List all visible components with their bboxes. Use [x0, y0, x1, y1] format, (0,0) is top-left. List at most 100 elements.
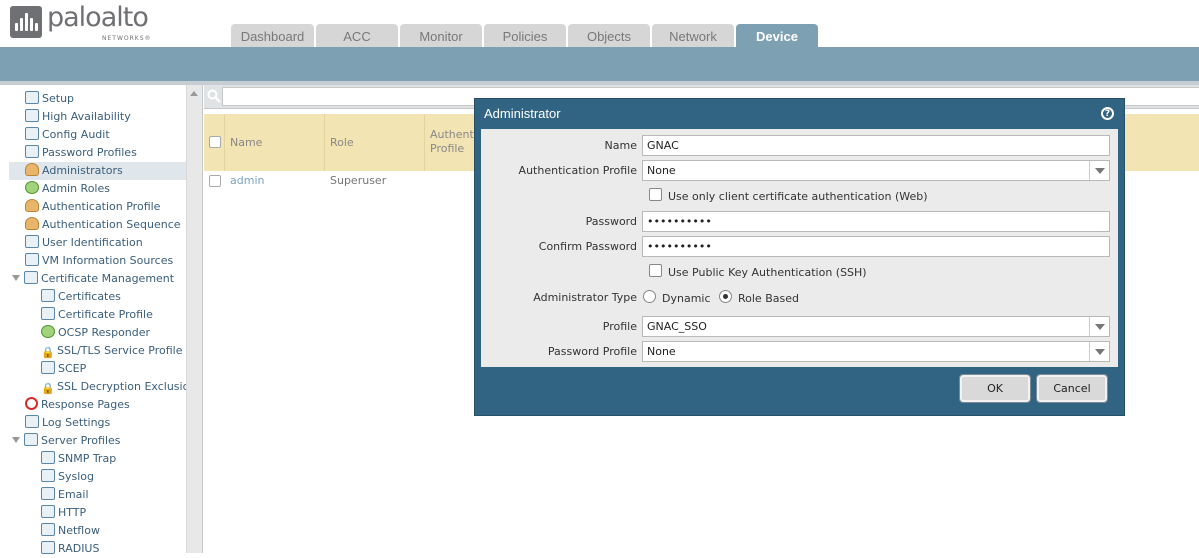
administrator-dialog: Administrator ? Name GNAC Authentication… [474, 98, 1125, 416]
sidebar-item-password-profiles[interactable]: Password Profiles [25, 144, 137, 162]
dialog-title: Administrator [484, 106, 561, 121]
admin-roles-icon [25, 181, 39, 194]
scroll-up-icon[interactable] [190, 91, 198, 96]
public-key-checkbox[interactable] [649, 264, 662, 277]
tab-acc[interactable]: ACC [316, 24, 398, 47]
administrators-icon [25, 163, 39, 176]
ocsp-responder-icon [41, 325, 55, 338]
toolbar-band [0, 47, 1199, 81]
column-header-role[interactable]: Role [325, 114, 425, 171]
confirm-password-label: Confirm Password [538, 240, 637, 253]
paloalto-logo: paloalto NETWORKS® [10, 2, 160, 44]
dialog-form: Name GNAC Authentication Profile None Us… [481, 129, 1118, 367]
netflow-icon [41, 523, 55, 536]
password-profiles-icon [25, 145, 39, 158]
sidebar-item-admin-roles[interactable]: Admin Roles [25, 180, 110, 198]
log-settings-icon [25, 415, 39, 428]
http-icon [41, 505, 55, 518]
sidebar-item-syslog[interactable]: Syslog [41, 468, 94, 486]
high-availability-icon [25, 109, 39, 122]
admin-type-label: Administrator Type [533, 291, 637, 304]
admin-type-role-based-radio[interactable] [719, 290, 732, 303]
snmp-trap-icon [41, 451, 55, 464]
sidebar-item-ssl-decryption-exclusion[interactable]: 🔒 SSL Decryption Exclusion [41, 378, 196, 396]
profile-label: Profile [602, 320, 637, 333]
sidebar-item-ocsp-responder[interactable]: OCSP Responder [41, 324, 150, 342]
column-header-name[interactable]: Name [225, 114, 325, 171]
authentication-sequence-icon [25, 217, 39, 230]
sidebar-item-response-pages[interactable]: Response Pages [25, 396, 130, 414]
sidebar-item-email[interactable]: Email [41, 486, 89, 504]
certificate-management-icon [24, 271, 38, 284]
password-profile-select[interactable]: None [642, 341, 1110, 362]
public-key-label: Use Public Key Authentication (SSH) [668, 266, 867, 279]
sidebar-item-http[interactable]: HTTP [41, 504, 86, 522]
chevron-down-icon[interactable] [1089, 317, 1109, 336]
config-audit-icon [25, 127, 39, 140]
password-profile-label: Password Profile [547, 345, 637, 358]
device-nav-sidebar: Setup High Availability Config Audit Pas… [9, 85, 203, 555]
main-tabs: Dashboard ACC Monitor Policies Objects N… [231, 24, 820, 47]
tab-objects[interactable]: Objects [568, 24, 650, 47]
tab-device[interactable]: Device [736, 24, 818, 47]
setup-icon [25, 91, 39, 104]
select-all-checkbox[interactable] [209, 136, 221, 148]
sidebar-item-snmp-trap[interactable]: SNMP Trap [41, 450, 116, 468]
logo-wordmark: paloalto [47, 2, 149, 33]
auth-profile-select[interactable]: None [642, 160, 1110, 181]
name-label: Name [604, 139, 637, 152]
syslog-icon [41, 469, 55, 482]
chevron-down-icon[interactable] [1089, 161, 1109, 180]
admin-type-dynamic-radio[interactable] [643, 290, 656, 303]
sidebar-item-administrators[interactable]: Administrators [9, 162, 186, 180]
name-field[interactable]: GNAC [642, 135, 1110, 156]
search-icon[interactable] [207, 89, 221, 103]
sidebar-item-vm-information-sources[interactable]: VM Information Sources [25, 252, 173, 270]
sidebar-item-netflow[interactable]: Netflow [41, 522, 100, 540]
tab-network[interactable]: Network [652, 24, 734, 47]
expand-arrow-icon[interactable] [12, 275, 20, 281]
profile-select[interactable]: GNAC_SSO [642, 316, 1110, 337]
sidebar-item-user-identification[interactable]: User Identification [25, 234, 143, 252]
admin-type-dynamic-label: Dynamic [662, 292, 711, 305]
sidebar-scrollbar[interactable] [186, 85, 202, 553]
tab-monitor[interactable]: Monitor [400, 24, 482, 47]
confirm-password-field[interactable]: •••••••••• [642, 236, 1110, 257]
sidebar-item-certificates[interactable]: Certificates [41, 288, 121, 306]
sidebar-item-scep[interactable]: SCEP [41, 360, 86, 378]
tab-policies[interactable]: Policies [484, 24, 566, 47]
sidebar-item-authentication-profile[interactable]: Authentication Profile [25, 198, 160, 216]
response-pages-icon [25, 397, 38, 410]
client-cert-checkbox[interactable] [649, 188, 662, 201]
sidebar-item-ssl-tls-service-profile[interactable]: 🔒 SSL/TLS Service Profile [41, 342, 182, 360]
password-field[interactable]: •••••••••• [642, 211, 1110, 232]
email-icon [41, 487, 55, 500]
sidebar-item-config-audit[interactable]: Config Audit [25, 126, 110, 144]
server-profiles-icon [24, 433, 38, 446]
user-identification-icon [25, 235, 39, 248]
sidebar-item-authentication-sequence[interactable]: Authentication Sequence [25, 216, 181, 234]
client-cert-label: Use only client certificate authenticati… [668, 190, 928, 203]
ok-button[interactable]: OK [959, 374, 1031, 403]
row-name[interactable]: admin [230, 174, 264, 187]
sidebar-item-log-settings[interactable]: Log Settings [25, 414, 110, 432]
sidebar-item-high-availability[interactable]: High Availability [25, 108, 131, 126]
tab-dashboard[interactable]: Dashboard [231, 24, 314, 47]
sidebar-item-server-profiles[interactable]: Server Profiles [12, 432, 121, 450]
authentication-profile-icon [25, 199, 39, 212]
sidebar-item-certificate-management[interactable]: Certificate Management [12, 270, 174, 288]
certificate-profile-icon [41, 307, 55, 320]
sidebar-item-radius[interactable]: RADIUS [41, 540, 99, 558]
top-header: paloalto NETWORKS® Dashboard ACC Monitor… [0, 0, 1199, 47]
sidebar-item-certificate-profile[interactable]: Certificate Profile [41, 306, 153, 324]
lock-icon: 🔒 [41, 382, 55, 395]
logo-subtitle: NETWORKS® [102, 35, 152, 42]
help-icon[interactable]: ? [1101, 107, 1114, 120]
chevron-down-icon[interactable] [1089, 342, 1109, 361]
select-all-column [204, 114, 225, 171]
cancel-button[interactable]: Cancel [1036, 374, 1108, 403]
row-role: Superuser [330, 174, 387, 187]
sidebar-item-setup[interactable]: Setup [25, 90, 74, 108]
expand-arrow-icon[interactable] [12, 437, 20, 443]
row-checkbox[interactable] [209, 175, 221, 187]
